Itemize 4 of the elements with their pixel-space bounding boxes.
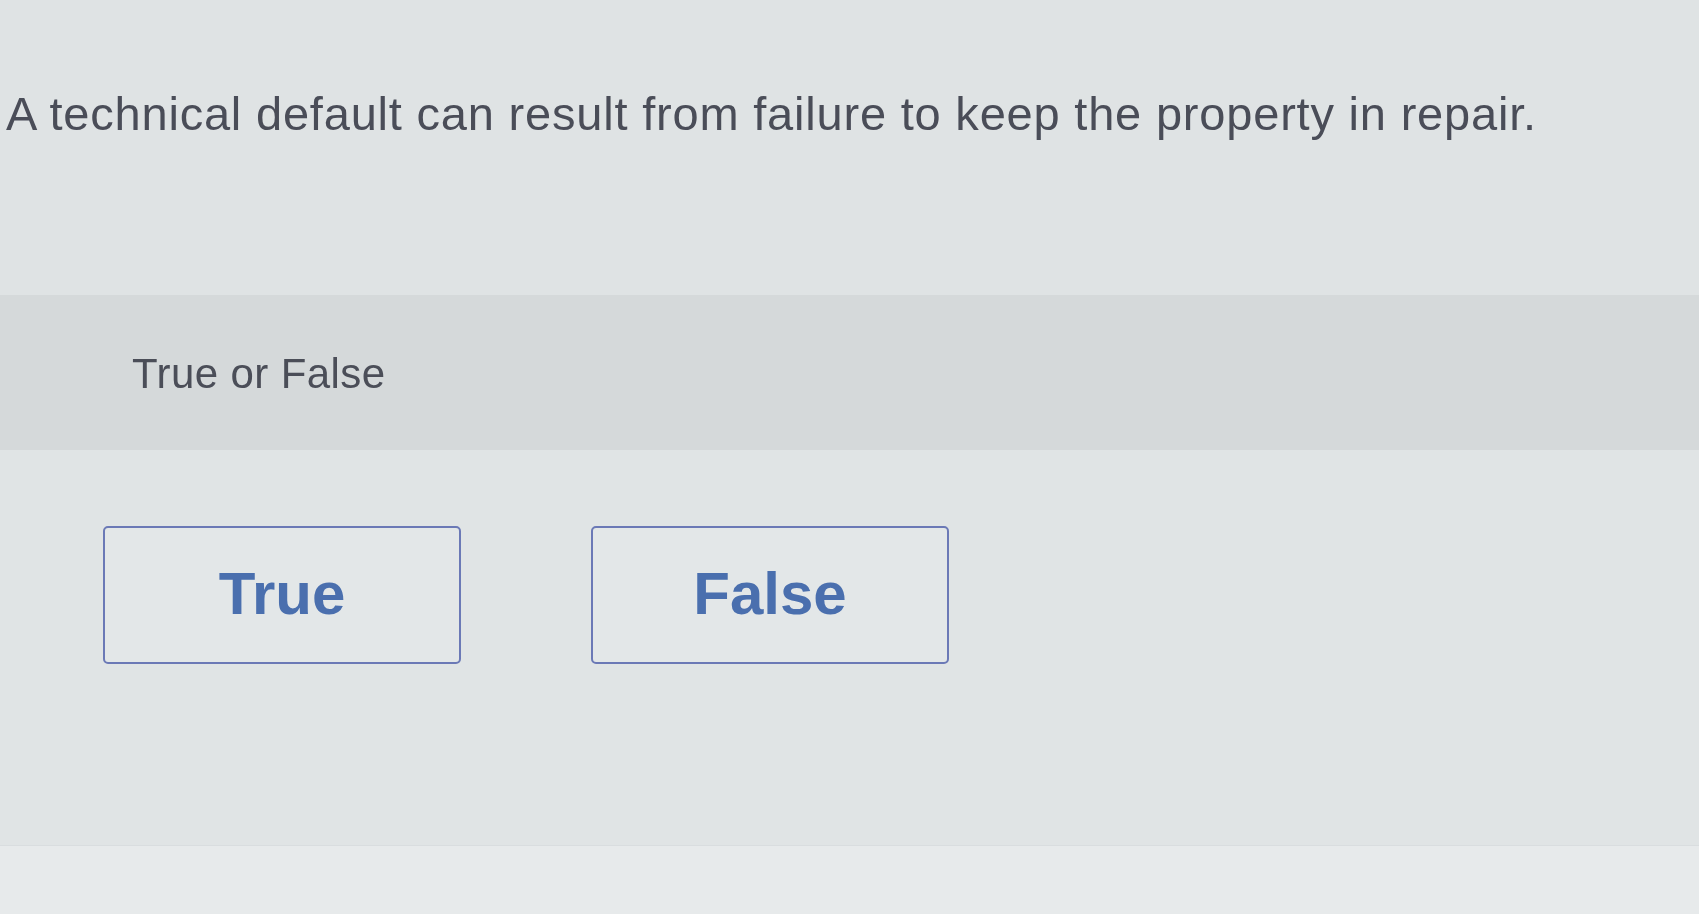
instruction-text: True or False (132, 350, 386, 397)
answer-button[interactable]: True (103, 526, 461, 664)
answer-button[interactable]: False (591, 526, 949, 664)
question-text: A technical default can result from failure to keep the property in repair. (6, 87, 1537, 141)
